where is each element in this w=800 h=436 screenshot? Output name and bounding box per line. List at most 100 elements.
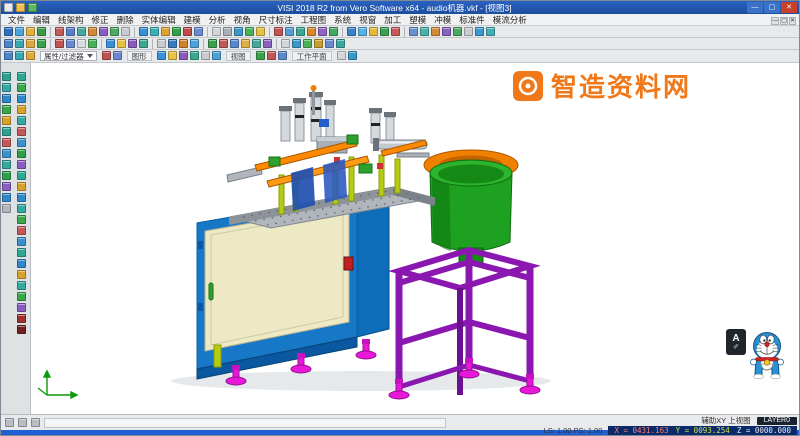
toolbar-icon[interactable]: [17, 259, 26, 268]
toolbar-icon[interactable]: [2, 182, 11, 191]
toolbar-icon[interactable]: [37, 39, 46, 48]
menu-item-1[interactable]: 编辑: [29, 15, 54, 25]
menu-item-15[interactable]: 冲模: [430, 15, 455, 25]
menu-item-4[interactable]: 删除: [113, 15, 138, 25]
toolbar-icon[interactable]: [99, 27, 108, 36]
switch-box[interactable]: [344, 257, 353, 270]
toolbar-icon[interactable]: [245, 27, 254, 36]
menu-item-14[interactable]: 塑模: [405, 15, 430, 25]
close-button[interactable]: ✕: [781, 2, 797, 13]
toolbar-icon[interactable]: [369, 27, 378, 36]
toolbar-icon[interactable]: [5, 418, 14, 427]
maximize-button[interactable]: ▢: [764, 2, 780, 13]
toolbar-icon[interactable]: [128, 39, 137, 48]
toolbar-icon[interactable]: [17, 83, 26, 92]
toolbar-icon[interactable]: [420, 27, 429, 36]
toolbar-icon[interactable]: [318, 27, 327, 36]
3d-viewport[interactable]: 智造资料网 A ✐: [31, 63, 799, 414]
toolbar-icon[interactable]: [17, 94, 26, 103]
toolbar-icon[interactable]: [2, 171, 11, 180]
toolbar-icon[interactable]: [55, 39, 64, 48]
toolbar-icon[interactable]: [230, 39, 239, 48]
menu-item-9[interactable]: 尺寸标注: [255, 15, 297, 25]
menu-item-17[interactable]: 模流分析: [489, 15, 531, 25]
menu-item-3[interactable]: 修正: [88, 15, 113, 25]
toolbar-icon[interactable]: [4, 51, 13, 60]
toolbar-icon[interactable]: [2, 105, 11, 114]
menu-item-16[interactable]: 标准件: [455, 15, 489, 25]
toolbar-icon[interactable]: [274, 27, 283, 36]
toolbar-icon[interactable]: [17, 138, 26, 147]
layer-badge[interactable]: LAYER0: [757, 417, 797, 425]
toolbar-icon[interactable]: [157, 51, 166, 60]
toolbar-icon[interactable]: [161, 27, 170, 36]
menu-item-6[interactable]: 建模: [180, 15, 205, 25]
toolbar-icon[interactable]: [2, 72, 11, 81]
toolbar-icon[interactable]: [17, 171, 26, 180]
toolbar-icon[interactable]: [66, 27, 75, 36]
toolbar-icon[interactable]: [17, 182, 26, 191]
toolbar-icon[interactable]: [88, 39, 97, 48]
toolbar-icon[interactable]: [55, 27, 64, 36]
annotation-tool[interactable]: A ✐: [726, 329, 746, 355]
toolbar-icon[interactable]: [28, 3, 37, 12]
toolbar-icon[interactable]: [17, 237, 26, 246]
toolbar-icon[interactable]: [179, 51, 188, 60]
hopper-feeder[interactable]: [424, 150, 518, 264]
machine-model[interactable]: [31, 63, 799, 414]
toolbar-icon[interactable]: [442, 27, 451, 36]
toolbar-icon[interactable]: [486, 27, 495, 36]
toolbar-icon[interactable]: [303, 39, 312, 48]
toolbar-icon[interactable]: [17, 325, 26, 334]
toolbar-icon[interactable]: [194, 27, 203, 36]
toolbar-icon[interactable]: [26, 27, 35, 36]
toolbar-icon[interactable]: [2, 160, 11, 169]
toolbar-icon[interactable]: [110, 27, 119, 36]
toolbar-icon[interactable]: [77, 39, 86, 48]
toolbar-icon[interactable]: [453, 27, 462, 36]
toolbar-icon[interactable]: [256, 51, 265, 60]
toolbar-icon[interactable]: [347, 27, 356, 36]
mini-ctl-1[interactable]: ▢: [780, 17, 788, 25]
toolbar-icon[interactable]: [121, 27, 130, 36]
toolbar-icon[interactable]: [17, 281, 26, 290]
menu-item-8[interactable]: 视角: [230, 15, 255, 25]
menu-item-0[interactable]: 文件: [4, 15, 29, 25]
toolbar-icon[interactable]: [2, 127, 11, 136]
toolbar-icon[interactable]: [17, 292, 26, 301]
toolbar-icon[interactable]: [31, 418, 40, 427]
toolbar-icon[interactable]: [358, 27, 367, 36]
toolbar-icon[interactable]: [183, 27, 192, 36]
toolbar-icon[interactable]: [4, 3, 13, 12]
toolbar-icon[interactable]: [325, 39, 334, 48]
toolbar-icon[interactable]: [66, 39, 75, 48]
toolbar-icon[interactable]: [17, 193, 26, 202]
toolbar-icon[interactable]: [77, 27, 86, 36]
toolbar-icon[interactable]: [391, 27, 400, 36]
toolbar-icon[interactable]: [17, 270, 26, 279]
toolbar-icon[interactable]: [292, 39, 301, 48]
toolbar-icon[interactable]: [15, 27, 24, 36]
toolbar-icon[interactable]: [17, 105, 26, 114]
toolbar-icon[interactable]: [15, 51, 24, 60]
toolbar-icon[interactable]: [18, 418, 27, 427]
toolbar-icon[interactable]: [139, 27, 148, 36]
toolbar-icon[interactable]: [2, 193, 11, 202]
toolbar-icon[interactable]: [17, 314, 26, 323]
toolbar-icon[interactable]: [17, 226, 26, 235]
toolbar-icon[interactable]: [212, 51, 221, 60]
door-handle[interactable]: [209, 283, 213, 300]
toolbar-icon[interactable]: [241, 39, 250, 48]
toolbar-icon[interactable]: [26, 51, 35, 60]
toolbar-icon[interactable]: [431, 27, 440, 36]
toolbar-icon[interactable]: [409, 27, 418, 36]
toolbar-icon[interactable]: [17, 127, 26, 136]
toolbar-icon[interactable]: [278, 51, 287, 60]
toolbar-icon[interactable]: [17, 248, 26, 257]
toolbar-icon[interactable]: [267, 51, 276, 60]
workplane-indicator[interactable]: 辅助XY 上视图: [701, 415, 750, 426]
toolbar-icon[interactable]: [296, 27, 305, 36]
toolbar-icon[interactable]: [16, 3, 25, 12]
toolbar-icon[interactable]: [150, 27, 159, 36]
toolbar-icon[interactable]: [17, 215, 26, 224]
